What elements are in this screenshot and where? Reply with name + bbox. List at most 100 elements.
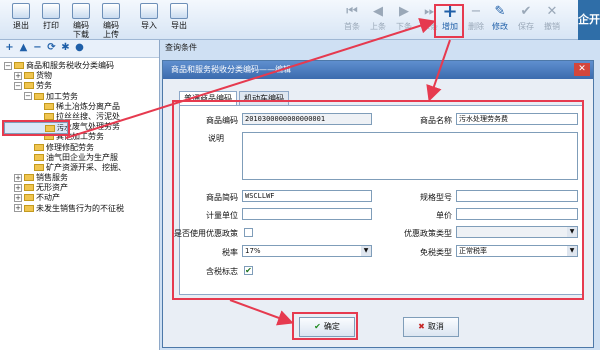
cancel-button-label: 取消 [427, 322, 444, 331]
tree-tool-icon[interactable]: ▲ [18, 42, 29, 53]
delete-button[interactable]: − 删除 [464, 4, 488, 31]
print-button[interactable]: 打印 [36, 3, 66, 30]
tree-node[interactable]: 稀土冶炼分离产品 [4, 102, 159, 112]
toolbar-button-label: 导出 [171, 21, 187, 30]
exempt-type-select[interactable]: 正常税率 ▼ [456, 245, 578, 257]
folder-icon [24, 174, 34, 182]
export-icon [170, 3, 188, 19]
description-field[interactable] [242, 132, 578, 180]
first-record-icon: ⏮ [346, 4, 358, 19]
tree-node-selected[interactable]: 污水处理劳务 [2, 120, 70, 137]
tree-node-label: 销售服务 [36, 173, 68, 183]
download-code-icon [72, 3, 90, 19]
exempt-type-value: 正常税率 [459, 247, 487, 255]
first-record-button[interactable]: ⏮ 首条 [340, 4, 364, 31]
import-button[interactable]: 导入 [134, 3, 164, 30]
unit-field[interactable] [242, 208, 372, 220]
goods-code-label: 商品编码 [206, 116, 238, 125]
exempt-type-label: 免税类型 [420, 248, 452, 257]
tab-normal-goods-code[interactable]: 普通商品编码 [179, 91, 237, 105]
price-field[interactable] [456, 208, 578, 220]
previous-record-button[interactable]: ◀ 上条 [366, 4, 390, 31]
tree-node[interactable]: − 劳务 [4, 81, 159, 91]
toolbar-button-label: 删除 [468, 22, 484, 31]
tree-tool-icon[interactable]: ✱ [60, 42, 71, 53]
checkmark-icon: ✔ [314, 322, 321, 331]
tree-node[interactable]: − 加工劳务 [4, 92, 159, 102]
tree-node[interactable]: + 销售服务 [4, 173, 159, 183]
exit-button[interactable]: 退出 [6, 3, 36, 30]
chevron-down-icon: ▼ [567, 246, 577, 256]
cancel-button[interactable]: ✖ 取消 [403, 317, 459, 337]
undo-button[interactable]: ✕ 撤销 [540, 4, 564, 31]
goods-name-field[interactable]: 污水处理劳务费 [456, 113, 578, 125]
preferential-policy-label: 是否使用优惠政策 [174, 229, 238, 238]
goods-abbr-field[interactable]: WSCLLWF [242, 190, 372, 202]
upload-code-button[interactable]: 编码 上传 [96, 3, 126, 39]
edit-form: 商品编码 2010300000000000001 商品名称 污水处理劳务费 说明… [174, 105, 583, 295]
download-code-button[interactable]: 编码 下载 [66, 3, 96, 39]
edit-icon: ✎ [494, 4, 506, 19]
category-tree-panel: + ▲ − ⟳ ✱ ● − 商品和服务税收分类编码 + 货物 − 劳务 − 加工劳务 稀土冶炼分离产品 拉丝… [0, 40, 160, 350]
export-button[interactable]: 导出 [164, 3, 194, 30]
tree-node-label: 修理修配劳务 [46, 142, 94, 152]
expand-icon[interactable]: + [14, 173, 22, 182]
spec-field[interactable] [456, 190, 578, 202]
tree-node-label: 污水处理劳务 [57, 124, 67, 133]
next-record-button[interactable]: ▶ 下条 [392, 4, 416, 31]
cancel-icon: ✖ [418, 322, 425, 331]
expand-icon[interactable]: + [14, 193, 22, 202]
unit-label: 计量单位 [206, 211, 238, 220]
expand-icon[interactable]: + [14, 204, 22, 213]
tax-included-checkbox[interactable]: ✔ [244, 266, 253, 275]
folder-icon [14, 62, 24, 69]
folder-icon [24, 184, 34, 192]
collapse-icon[interactable]: − [24, 92, 32, 101]
dialog-tabs: 普通商品编码 机动车编码 [179, 91, 291, 105]
tree-tool-icon[interactable]: ● [74, 42, 85, 53]
tree-tool-icon[interactable]: − [32, 42, 43, 53]
toolbar-button-label: 首条 [344, 22, 360, 31]
expand-icon[interactable]: + [14, 183, 22, 192]
tree-tool-icon[interactable]: ⟳ [46, 42, 57, 53]
tree-node[interactable]: + 货物 [4, 71, 159, 81]
folder-icon [24, 204, 34, 212]
toolbar-button-label: 打印 [43, 21, 59, 30]
tab-vehicle-code[interactable]: 机动车编码 [239, 91, 289, 105]
tree-node[interactable]: + 无形资产 [4, 183, 159, 193]
tax-rate-value: 17% [245, 247, 261, 255]
import-icon [140, 3, 158, 19]
edit-dialog: 商品和服务税收分类编码——编辑 ✕ 普通商品编码 机动车编码 商品编码 20103… [162, 60, 594, 348]
preferential-type-select[interactable]: ▼ [456, 226, 578, 238]
tree-node[interactable]: 油气田企业为生产服 [4, 153, 159, 163]
tree-node[interactable]: 修理修配劳务 [4, 143, 159, 153]
tax-rate-select[interactable]: 17% ▼ [242, 245, 372, 257]
close-icon[interactable]: ✕ [574, 63, 590, 76]
preferential-type-label: 优惠政策类型 [404, 229, 452, 238]
collapse-icon[interactable]: − [14, 81, 22, 90]
tree-node[interactable]: − 商品和服务税收分类编码 [4, 61, 159, 71]
chevron-down-icon: ▼ [567, 227, 577, 237]
save-button[interactable]: ✔ 保存 [514, 4, 538, 31]
preferential-policy-checkbox[interactable] [244, 228, 253, 237]
collapse-icon[interactable]: − [4, 61, 12, 70]
tree-node[interactable]: + 不动产 [4, 193, 159, 203]
toolbar-button-label: 撤销 [544, 22, 560, 31]
tree-node[interactable]: + 未发生销售行为的不征税 [4, 204, 159, 214]
tree-tool-icon[interactable]: + [4, 42, 15, 53]
tree-node[interactable]: 矿产资源开采、挖掘、 [4, 163, 159, 173]
expand-icon[interactable]: + [14, 71, 22, 80]
dialog-title: 商品和服务税收分类编码——编辑 [163, 61, 593, 79]
edit-button[interactable]: ✎ 修改 [488, 4, 512, 31]
toolbar-button-label: 保存 [518, 22, 534, 31]
goods-name-label: 商品名称 [420, 116, 452, 125]
goods-code-field[interactable]: 2010300000000000001 [242, 113, 372, 125]
tree-node-label: 劳务 [36, 81, 52, 91]
add-icon: + [442, 1, 458, 22]
toolbar-button-label: 修改 [492, 22, 508, 31]
tree-node-label: 矿产资源开采、挖掘、 [46, 162, 126, 172]
tree-node[interactable]: 拉丝丝搜、污泥处 [4, 112, 159, 122]
ok-button[interactable]: ✔ 确定 [299, 317, 355, 337]
add-button[interactable]: + 增加 [438, 1, 462, 32]
tree-node-label: 不动产 [36, 193, 60, 203]
